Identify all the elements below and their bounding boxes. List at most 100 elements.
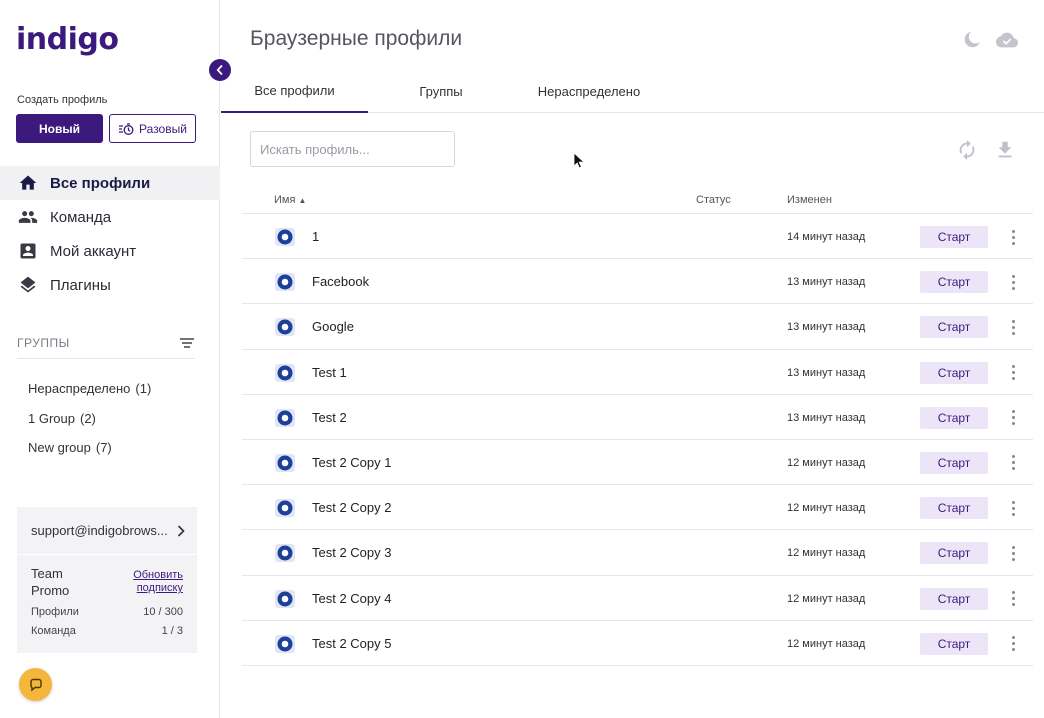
table-row[interactable]: Test 2 Copy 4 12 минут назад Старт <box>242 576 1033 621</box>
group-count: (2) <box>79 410 96 426</box>
group-item[interactable]: Нераспределено (1) <box>28 374 151 404</box>
sidebar-item-label: Мой аккаунт <box>50 242 137 260</box>
sort-icon[interactable] <box>179 336 195 350</box>
one-time-profile-label: Разовый <box>139 121 187 136</box>
collapse-sidebar-button[interactable] <box>209 59 231 81</box>
more-options-icon[interactable] <box>1005 363 1021 383</box>
column-header-modified[interactable]: Изменен <box>787 194 832 206</box>
start-profile-button[interactable]: Старт <box>920 361 988 384</box>
team-icon <box>18 211 38 223</box>
more-options-icon[interactable] <box>1005 634 1021 654</box>
table-row[interactable]: Test 1 13 минут назад Старт <box>242 350 1033 395</box>
profile-browser-icon <box>275 408 295 427</box>
profile-name[interactable]: Test 2 Copy 5 <box>312 636 392 651</box>
profile-modified: 14 минут назад <box>787 231 866 243</box>
stat-profiles: Профили 10 / 300 <box>31 606 183 618</box>
table-row[interactable]: Test 2 Copy 2 12 минут назад Старт <box>242 485 1033 531</box>
profile-name[interactable]: Test 2 Copy 4 <box>312 591 392 606</box>
download-icon[interactable] <box>994 139 1016 161</box>
sidebar-item-label: Плагины <box>50 276 111 294</box>
table-row[interactable]: Test 2 Copy 1 12 минут назад Старт <box>242 440 1033 486</box>
profile-browser-icon <box>275 363 295 382</box>
groups-list: Нераспределено (1) 1 Group (2) New group (7… <box>28 374 151 463</box>
upgrade-subscription-link[interactable]: Обновить подписку <box>127 569 183 595</box>
column-name-label: Имя <box>274 194 296 206</box>
table-row[interactable]: Facebook 13 минут назад Старт <box>242 259 1033 305</box>
stat-team: Команда 1 / 3 <box>31 625 183 637</box>
table-row[interactable]: 1 14 минут назад Старт <box>242 214 1033 260</box>
group-name: Нераспределено <box>28 381 131 397</box>
sidebar-item-all-profiles[interactable]: Все профили <box>0 166 220 200</box>
more-options-icon[interactable] <box>1005 543 1021 563</box>
column-header-status[interactable]: Статус <box>696 194 731 206</box>
profile-name[interactable]: Test 2 Copy 2 <box>312 500 392 515</box>
table-row[interactable]: Test 2 Copy 3 12 минут назад Старт <box>242 530 1033 576</box>
profile-name[interactable]: Google <box>312 319 354 334</box>
groups-title: ГРУППЫ <box>17 336 70 350</box>
profile-modified: 12 минут назад <box>787 456 866 469</box>
profile-modified: 13 минут назад <box>787 411 866 424</box>
profile-name[interactable]: 1 <box>312 229 319 244</box>
table-row[interactable]: Test 2 13 минут назад Старт <box>242 395 1033 440</box>
start-profile-button[interactable]: Старт <box>920 226 988 248</box>
profile-browser-icon <box>275 634 295 653</box>
table-row[interactable]: Google 13 минут назад Старт <box>242 304 1033 350</box>
support-email: support@indigobrows... <box>31 523 168 538</box>
list-tools <box>956 139 1016 161</box>
group-item[interactable]: 1 Group (2) <box>28 404 151 434</box>
one-time-profile-button[interactable]: Разовый <box>109 114 196 143</box>
profile-modified: 13 минут назад <box>787 276 866 289</box>
profile-browser-icon <box>275 318 295 337</box>
more-options-icon[interactable] <box>1005 317 1021 337</box>
sidebar-item-account[interactable]: Мой аккаунт <box>0 234 220 268</box>
column-header-name[interactable]: Имя ▲ <box>274 194 306 206</box>
stat-label: Профили <box>31 606 79 618</box>
start-profile-button[interactable]: Старт <box>920 316 988 339</box>
tab-groups[interactable]: Группы <box>368 70 514 113</box>
refresh-icon[interactable] <box>956 139 978 161</box>
sidebar-item-plugins[interactable]: Плагины <box>0 268 220 302</box>
profile-name[interactable]: Facebook <box>312 274 369 289</box>
profile-name[interactable]: Test 2 Copy 3 <box>312 545 392 560</box>
more-options-icon[interactable] <box>1005 272 1021 292</box>
groups-header: ГРУППЫ <box>17 336 195 359</box>
table-row[interactable]: Test 2 Copy 5 12 минут назад Старт <box>242 621 1033 666</box>
sidebar-item-team[interactable]: Команда <box>0 200 220 234</box>
more-options-icon[interactable] <box>1005 589 1021 609</box>
support-email-row[interactable]: support@indigobrows... <box>17 507 197 555</box>
group-item[interactable]: New group (7) <box>28 433 151 463</box>
start-profile-button[interactable]: Старт <box>920 451 988 474</box>
chat-support-button[interactable] <box>19 668 52 701</box>
profile-tabs: Все профили Группы Нераспределено <box>221 70 1044 113</box>
profile-name[interactable]: Test 2 <box>312 410 347 425</box>
plan-name: Team Promo <box>31 566 70 598</box>
mouse-cursor-icon <box>573 152 585 169</box>
start-profile-button[interactable]: Старт <box>920 632 988 655</box>
tab-all-profiles[interactable]: Все профили <box>221 70 368 113</box>
cloud-sync-icon[interactable] <box>996 29 1018 51</box>
start-profile-button[interactable]: Старт <box>920 271 988 294</box>
profile-name[interactable]: Test 2 Copy 1 <box>312 455 392 470</box>
start-profile-button[interactable]: Старт <box>920 542 988 565</box>
new-profile-button[interactable]: Новый <box>16 114 103 143</box>
dark-mode-icon[interactable] <box>962 29 984 51</box>
start-profile-button[interactable]: Старт <box>920 497 988 520</box>
sidebar-item-label: Команда <box>50 208 112 226</box>
start-profile-button[interactable]: Старт <box>920 406 988 429</box>
profile-browser-icon <box>275 273 295 292</box>
group-count: (1) <box>135 381 152 397</box>
profile-name[interactable]: Test 1 <box>312 365 347 380</box>
group-count: (7) <box>95 440 112 456</box>
more-options-icon[interactable] <box>1005 227 1021 247</box>
more-options-icon[interactable] <box>1005 453 1021 473</box>
sidebar-item-label: Все профили <box>50 174 151 192</box>
start-profile-button[interactable]: Старт <box>920 587 988 610</box>
app-logo[interactable]: indigo <box>16 22 119 57</box>
tab-unassigned[interactable]: Нераспределено <box>514 70 664 113</box>
group-name: 1 Group <box>28 410 75 426</box>
chevron-left-icon <box>216 64 223 76</box>
more-options-icon[interactable] <box>1005 498 1021 518</box>
more-options-icon[interactable] <box>1005 408 1021 428</box>
home-icon <box>19 175 37 190</box>
search-profile-input[interactable] <box>250 131 455 167</box>
